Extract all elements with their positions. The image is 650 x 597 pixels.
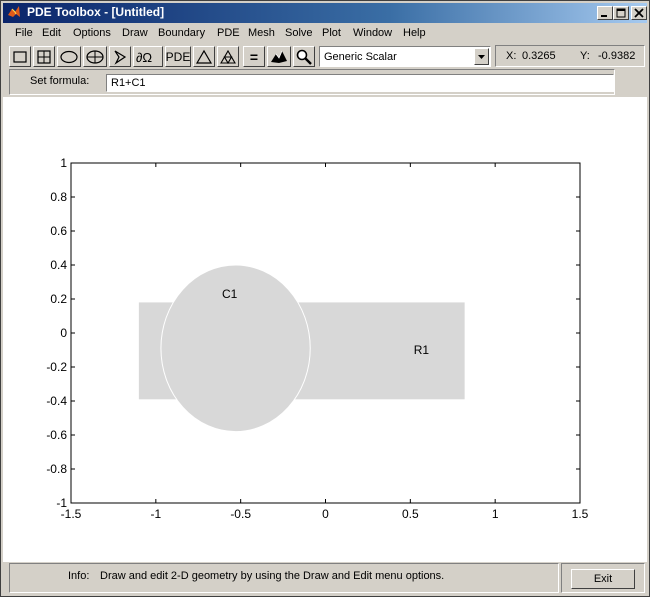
x-tick-label: -0.5 [230,507,251,521]
window-title: PDE Toolbox - [Untitled] [27,5,165,19]
set-formula-label: Set formula: [30,75,90,87]
x-coordinate-value: 0.3265 [522,50,556,62]
menu-file[interactable]: File [15,27,33,39]
menu-help[interactable]: Help [403,27,426,39]
y-tick-label: 1 [60,156,67,170]
menu-options[interactable]: Options [73,27,111,39]
magnifier-icon [296,49,312,65]
set-formula-bar: Set formula: R1+C1 [9,69,615,95]
cursor-coordinates: X: 0.3265 Y: -0.9382 [495,45,645,67]
y-tick-label: 0.2 [50,292,67,306]
info-text: Draw and edit 2-D geometry by using the … [100,570,445,582]
plot-solution-button[interactable] [267,46,291,67]
set-formula-input[interactable]: R1+C1 [106,74,614,92]
minimize-button[interactable] [597,6,613,20]
menu-pde[interactable]: PDE [217,27,240,39]
zoom-button[interactable] [293,46,315,67]
pde-specification-button[interactable]: PDE [165,46,191,67]
y-tick-label: -1 [56,496,67,510]
info-status-bar: Info: Draw and edit 2-D geometry by usin… [9,563,559,593]
draw-centered-rectangle-button[interactable] [33,46,55,67]
draw-centered-ellipse-button[interactable] [83,46,107,67]
exit-button[interactable]: Exit [571,569,635,589]
y-coordinate-label: Y: [580,50,590,62]
y-tick-label: 0.4 [50,258,67,272]
svg-text:∂Ω: ∂Ω [136,50,152,65]
equals-label: = [249,48,259,65]
init-mesh-button[interactable] [193,46,215,67]
y-tick-label: 0.8 [50,190,67,204]
boundary-mode-icon: ∂Ω [136,50,152,65]
menu-bar: File Edit Options Draw Boundary PDE Mesh… [3,25,647,43]
rectangle-icon [13,50,27,63]
x-coordinate-label: X: [506,50,517,62]
maximize-button[interactable] [613,6,629,20]
shape-label-r1: R1 [414,343,430,357]
y-tick-label: -0.2 [46,360,67,374]
geometry-plot[interactable]: R1C1-1.5 -1 -0.5 0 0.5 1 1.5-1-0.8-0.6-0.4-0.2… [3,97,647,562]
y-tick-label: -0.4 [46,394,67,408]
ellipse-icon [60,50,78,63]
draw-rectangle-button[interactable] [9,46,31,67]
info-label: Info: [68,570,90,582]
application-mode-select[interactable]: Generic Scalar [319,46,491,67]
application-mode-value: Generic Scalar [324,51,397,63]
centered-rectangle-icon [37,49,51,64]
refine-mesh-icon [220,49,236,64]
close-icon [634,8,644,18]
triangle-mesh-icon [195,49,213,64]
minimize-icon [601,15,607,17]
centered-ellipse-icon [86,49,104,64]
geometry-canvas[interactable]: R1 C1 -1.5 -1 -0.5 0 0.5 1 1.5 -1 -0.8 -0.6 -0.4 -0.2… [3,97,647,562]
x-tick-label: 0 [322,507,329,521]
menu-boundary[interactable]: Boundary [158,27,205,39]
menu-plot[interactable]: Plot [322,27,341,39]
menu-edit[interactable]: Edit [42,27,61,39]
exit-panel: Exit [561,563,645,593]
draw-ellipse-button[interactable] [57,46,81,67]
title-bar[interactable]: PDE Toolbox - [Untitled] [3,3,647,23]
x-tick-label: -1 [150,507,161,521]
plot-surface-icon [271,50,287,63]
y-tick-label: 0.6 [50,224,67,238]
x-tick-label: 0.5 [402,507,419,521]
app-window: PDE Toolbox - [Untitled] File Edit Optio… [0,0,650,597]
polygon-icon [114,49,127,65]
y-coordinate-value: -0.9382 [598,50,636,62]
maximize-icon [616,8,626,18]
solve-button[interactable]: = [243,46,265,67]
menu-draw[interactable]: Draw [122,27,148,39]
draw-polygon-button[interactable] [109,46,131,67]
x-tick-label: 1.5 [572,507,589,521]
menu-mesh[interactable]: Mesh [248,27,275,39]
close-button[interactable] [631,6,647,20]
y-tick-label: 0 [60,326,67,340]
matlab-logo-icon [8,6,20,17]
x-tick-label: 1 [492,507,499,521]
shape-label-c1: C1 [222,287,238,301]
y-tick-label: -0.6 [46,428,67,442]
dropdown-button[interactable] [474,48,489,65]
y-tick-label: -0.8 [46,462,67,476]
pde-label: PDE [165,49,191,64]
menu-solve[interactable]: Solve [285,27,313,39]
menu-window[interactable]: Window [353,27,392,39]
boundary-mode-button[interactable]: ∂Ω [133,46,163,67]
dropdown-arrow-icon [478,55,485,59]
refine-mesh-button[interactable] [217,46,239,67]
